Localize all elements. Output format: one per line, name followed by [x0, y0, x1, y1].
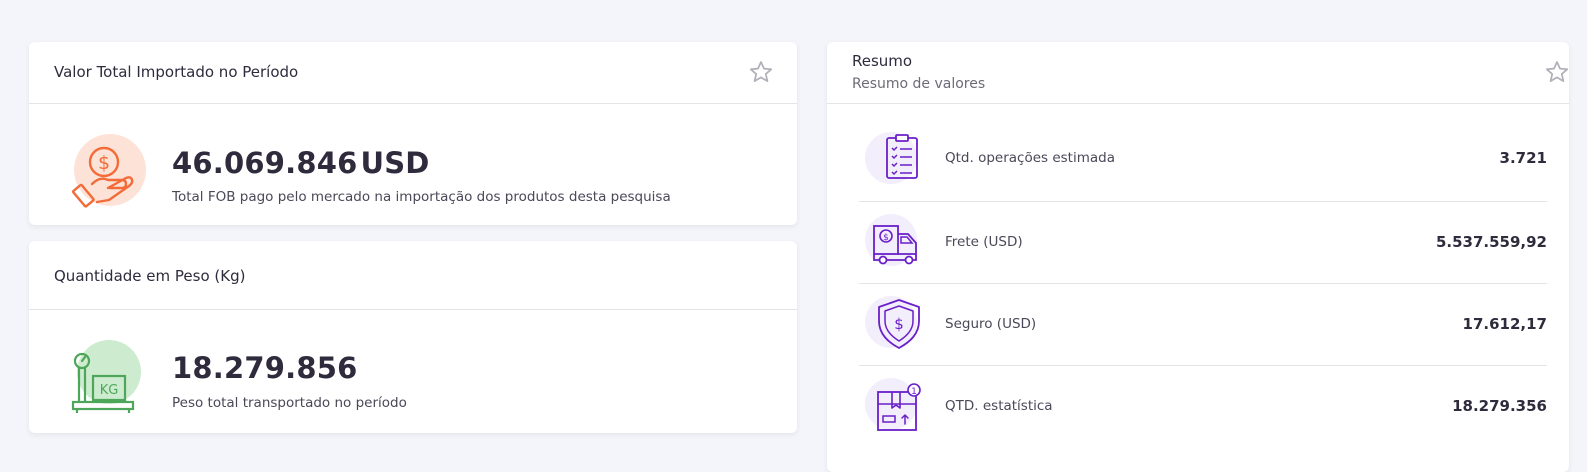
valor-number: 46.069.846: [172, 146, 358, 180]
card-title: Valor Total Importado no Período: [54, 63, 299, 81]
card-header: Quantidade em Peso (Kg): [29, 241, 797, 310]
valor-description: Total FOB pago pelo mercado na importaçã…: [172, 189, 671, 205]
row-value: 5.537.559,92: [1435, 233, 1547, 251]
row-value: 18.279.356: [1452, 397, 1547, 415]
card-header: Resumo Resumo de valores: [827, 42, 1569, 104]
list-item: Qtd. operações estimada 3.721: [859, 120, 1547, 202]
svg-text:$: $: [894, 315, 904, 333]
clipboard-checklist-icon: [865, 132, 918, 184]
row-label: Seguro (USD): [945, 316, 1037, 332]
svg-text:KG: KG: [100, 383, 119, 398]
valor-total-value: 46.069.846 USD: [172, 146, 430, 180]
delivery-truck-icon: $: [865, 214, 917, 266]
resumo-card: Resumo Resumo de valores Qtd. operações …: [827, 42, 1569, 472]
row-label: Qtd. operações estimada: [945, 150, 1115, 166]
row-value: 17.612,17: [1462, 315, 1547, 333]
row-label: QTD. estatística: [945, 398, 1053, 414]
star-icon[interactable]: [748, 59, 774, 85]
card-title: Quantidade em Peso (Kg): [54, 267, 246, 285]
list-item: 1 QTD. estatística 18.279.356: [859, 366, 1547, 448]
valor-unit: USD: [360, 146, 430, 180]
peso-description: Peso total transportado no período: [172, 395, 407, 411]
list-item: $ Seguro (USD) 17.612,17: [859, 284, 1547, 366]
card-header: Valor Total Importado no Período: [29, 42, 797, 104]
hand-coin-icon: $: [72, 134, 146, 208]
svg-text:$: $: [883, 233, 889, 243]
svg-text:$: $: [98, 152, 110, 174]
peso-total-value: 18.279.856: [172, 351, 358, 385]
star-icon[interactable]: [1544, 59, 1570, 85]
list-item: $ Frete (USD) 5.537.559,92: [859, 202, 1547, 284]
valor-total-card: Valor Total Importado no Período $ 46.06…: [29, 42, 797, 225]
card-subtitle: Resumo de valores: [852, 76, 986, 92]
row-label: Frete (USD): [945, 234, 1023, 250]
box-count-icon: 1: [865, 378, 921, 431]
shield-dollar-icon: $: [865, 296, 920, 349]
quantidade-peso-card: Quantidade em Peso (Kg) KG 18.279.856 Pe…: [29, 241, 797, 433]
weighing-scale-icon: KG: [71, 340, 141, 413]
svg-text:1: 1: [911, 387, 917, 397]
row-value: 3.721: [1499, 149, 1547, 167]
card-title: Resumo: [852, 52, 913, 70]
